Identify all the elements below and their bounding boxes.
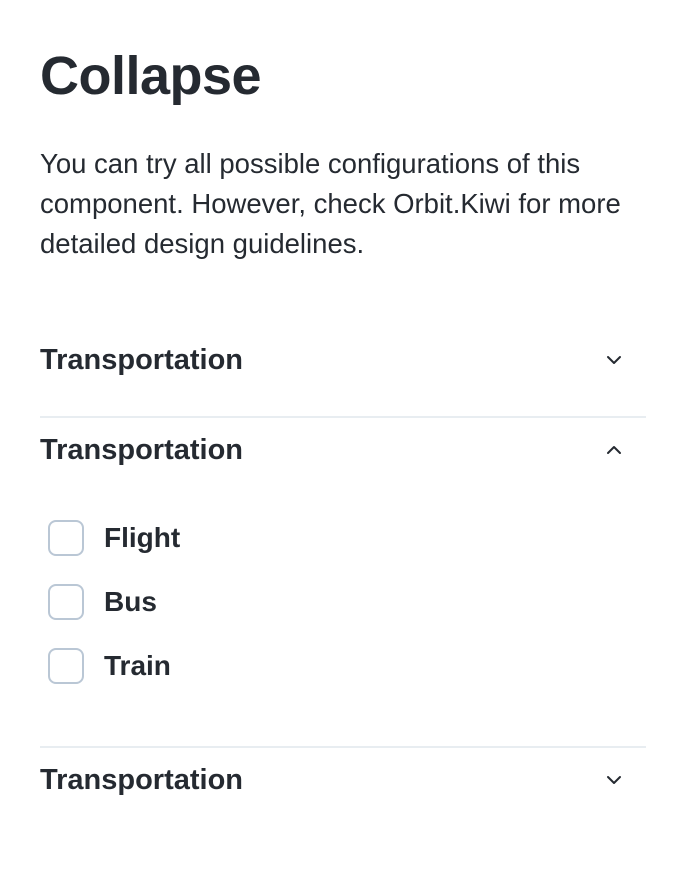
checkbox-option-bus[interactable]: Bus: [48, 582, 157, 622]
page-title: Collapse: [40, 46, 262, 106]
collapse-header-1[interactable]: Transportation: [40, 335, 646, 385]
checkbox-label: Train: [104, 650, 171, 681]
checkbox-label: Bus: [104, 586, 157, 617]
collapse-divider: [40, 416, 646, 418]
collapse-header-2[interactable]: Transportation: [40, 425, 646, 475]
checkbox[interactable]: [48, 648, 84, 684]
checkbox-option-train[interactable]: Train: [48, 646, 171, 686]
collapse-title: Transportation: [40, 433, 244, 466]
checkbox-label: Flight: [104, 522, 181, 553]
checkbox-option-flight[interactable]: Flight: [48, 518, 180, 558]
page-description: You can try all possible configurations …: [40, 148, 621, 259]
collapse-header-3[interactable]: Transportation: [40, 755, 646, 805]
checkbox[interactable]: [48, 520, 84, 556]
chevron-up-icon: [602, 438, 626, 462]
chevron-down-icon: [602, 768, 626, 792]
chevron-down-icon: [602, 348, 626, 372]
collapse-divider: [40, 746, 646, 748]
collapse-title: Transportation: [40, 763, 244, 796]
collapse-title: Transportation: [40, 343, 244, 376]
checkbox[interactable]: [48, 584, 84, 620]
